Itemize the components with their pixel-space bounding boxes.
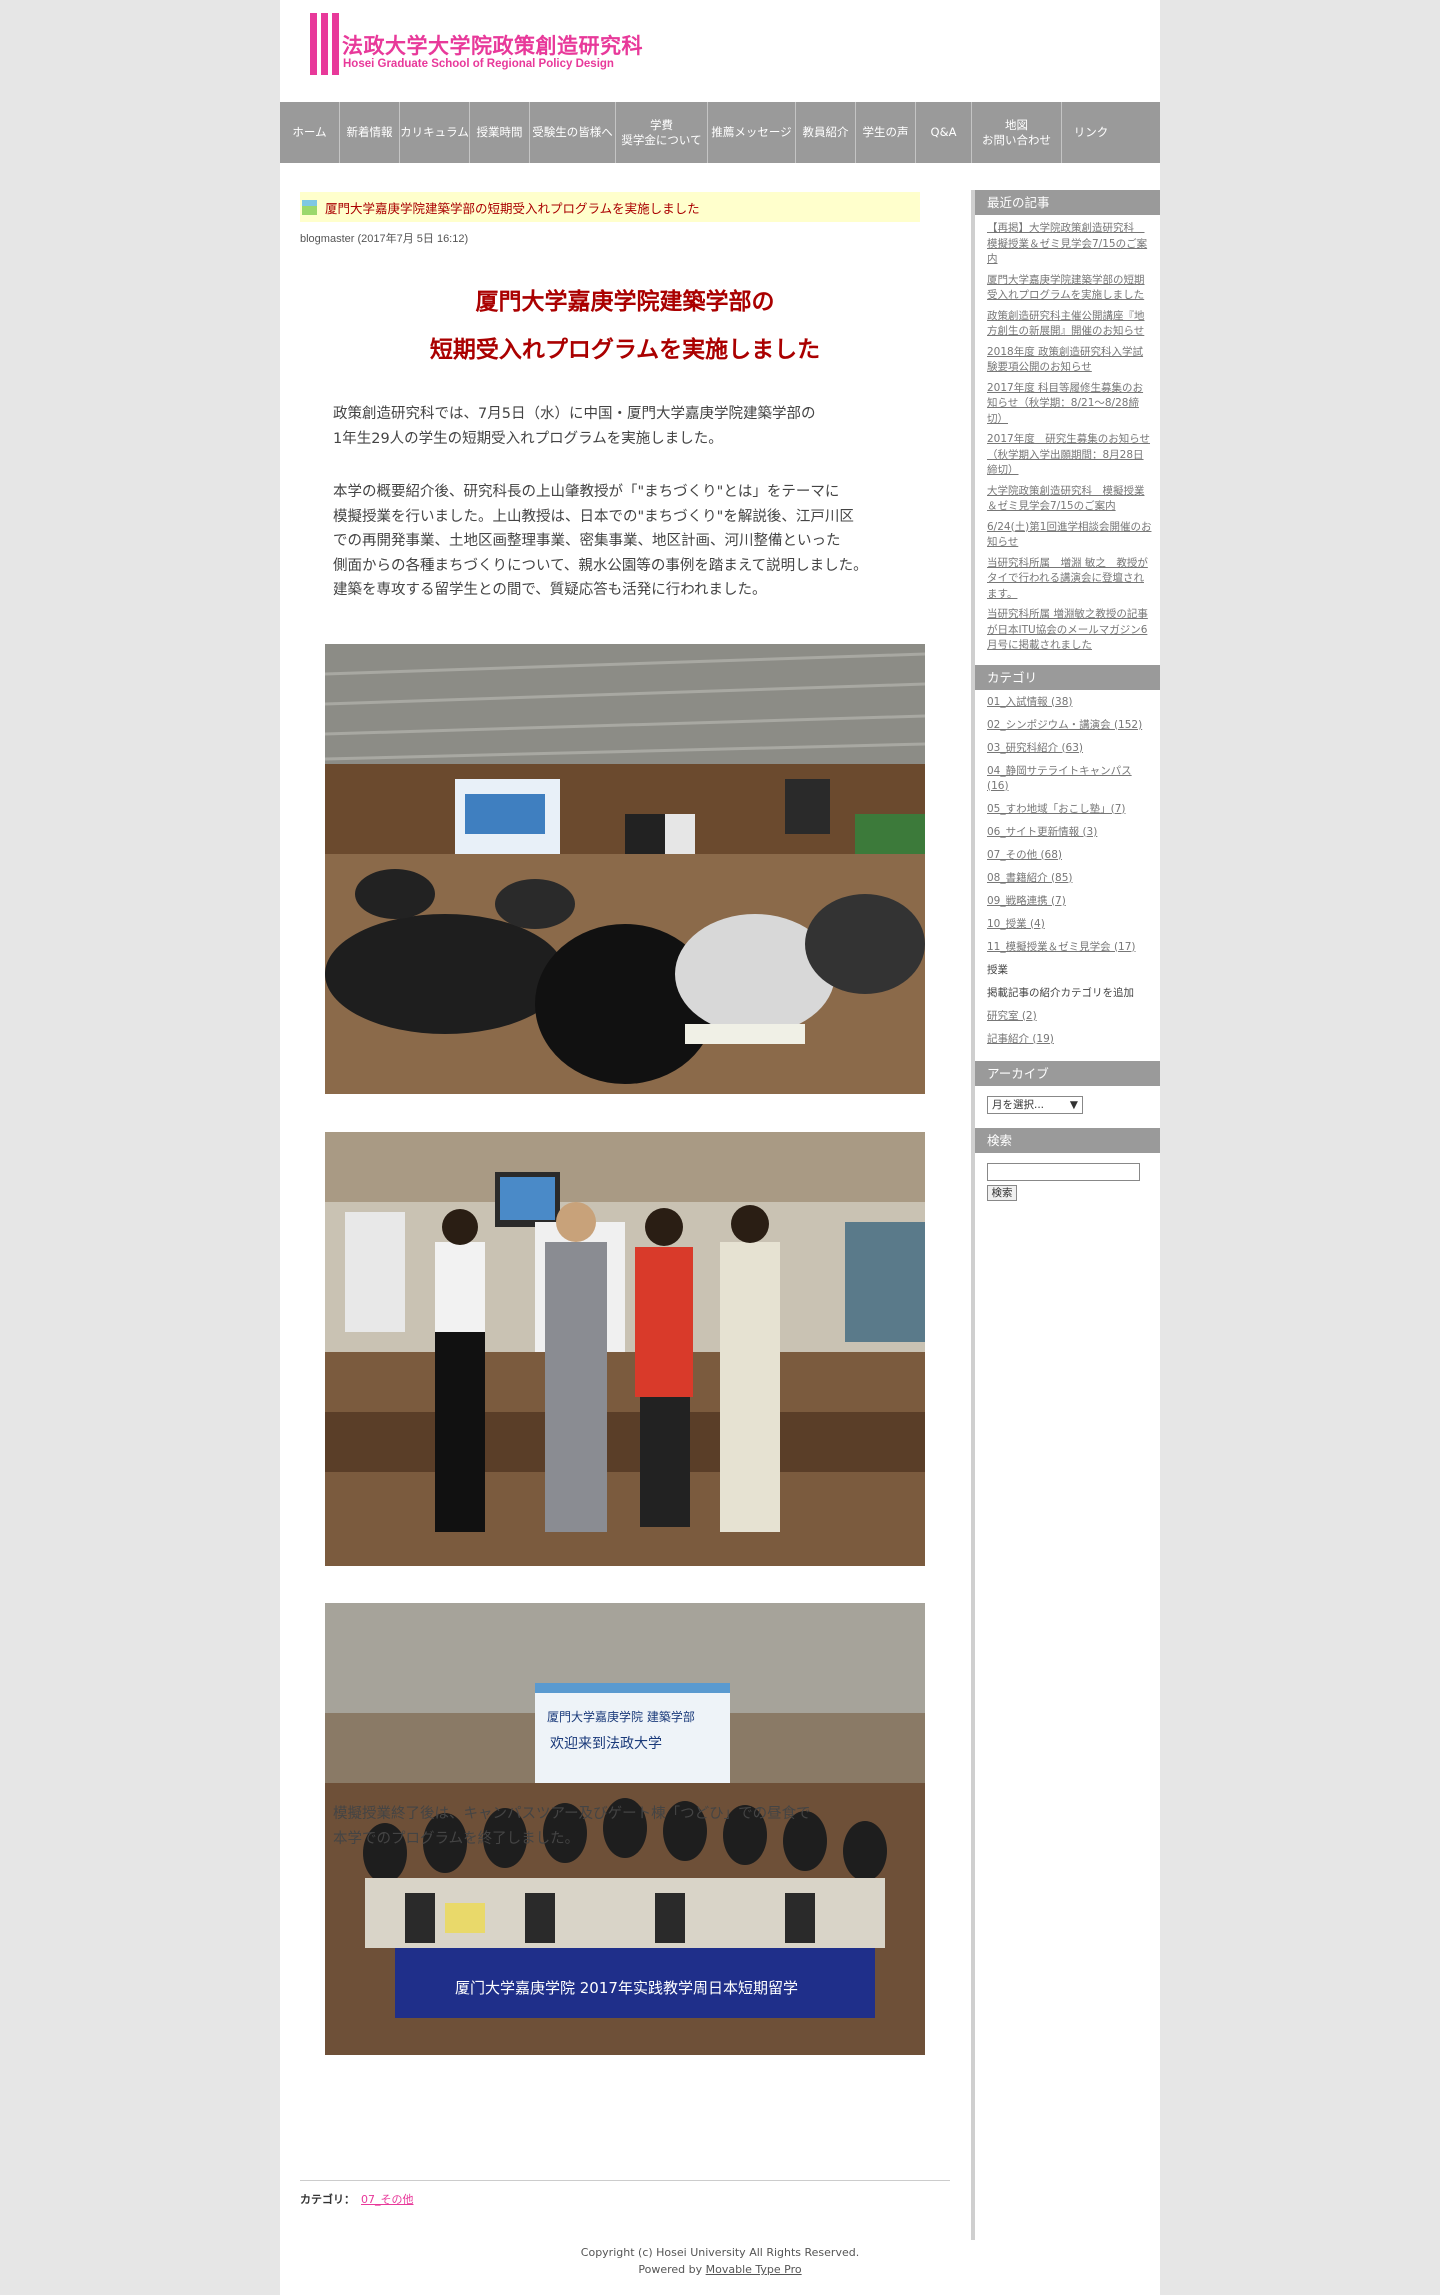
post-bullet-icon: [302, 199, 317, 215]
recent-post-link[interactable]: 2018年度 政策創造研究科入学試験要項公開のお知らせ: [987, 345, 1152, 376]
page: 法政大学大学院政策創造研究科 Hosei Graduate School of …: [280, 0, 1160, 2295]
post-headline-line-2: 短期受入れプログラムを実施しました: [429, 337, 821, 363]
nav-item-3[interactable]: 授業時間: [470, 102, 530, 163]
recent-post-link[interactable]: 大学院政策創造研究科 模擬授業＆ゼミ見学会7/15のご案内: [987, 484, 1152, 515]
post-footer: カテゴリ： 07_その他: [300, 2180, 950, 2207]
search-input[interactable]: [987, 1162, 1140, 1181]
category-item: 授業: [987, 963, 1008, 976]
category-item: 掲載記事の紹介カテゴリを追加: [987, 986, 1134, 999]
nav-item-6[interactable]: 推薦メッセージ: [708, 102, 796, 163]
archive-box: 月を選択... ▼: [975, 1086, 1160, 1128]
chevron-down-icon: ▼: [1069, 1098, 1078, 1111]
recent-post-link[interactable]: 当研究科所属 増淵 敏之 教授がタイで行われる講演会に登壇されます。: [987, 556, 1152, 603]
category-item[interactable]: 08_書籍紹介 (85): [987, 871, 1152, 886]
category-item[interactable]: 09_戦略連携 (7): [987, 894, 1152, 909]
category-item[interactable]: 10_授業 (4): [987, 917, 1152, 932]
category-item[interactable]: 研究室 (2): [987, 1009, 1152, 1024]
movable-type-link[interactable]: Movable Type Pro: [706, 2263, 802, 2276]
recent-posts-heading: 最近の記事: [975, 190, 1160, 215]
nav-item-8[interactable]: 学生の声: [856, 102, 916, 163]
nav-item-0[interactable]: ホーム: [280, 102, 340, 163]
recent-posts-list: 【再掲】大学院政策創造研究科 模擬授業＆ゼミ見学会7/15のご案内厦門大学嘉庚学…: [975, 215, 1160, 665]
post-meta: blogmaster (2017年7月 5日 16:12): [300, 233, 469, 245]
recent-post-link[interactable]: 厦門大学嘉庚学院建築学部の短期受入れプログラムを実施しました: [987, 273, 1152, 304]
search-heading: 検索: [975, 1127, 1160, 1153]
archive-month-select[interactable]: 月を選択... ▼: [987, 1095, 1083, 1114]
category-item[interactable]: 06_サイト更新情報 (3): [987, 825, 1152, 840]
recent-post-link[interactable]: 2017年度 研究生募集のお知らせ（秋学期入学出願期間：8月28日締切）: [987, 432, 1152, 479]
category-item[interactable]: 11_模擬授業＆ゼミ見学会 (17): [987, 940, 1152, 955]
archive-heading: アーカイブ: [975, 1060, 1160, 1086]
archive-select-value: 月を選択...: [992, 1099, 1045, 1111]
site-footer: Copyright (c) Hosei University All Right…: [280, 2244, 1160, 2278]
nav-item-11[interactable]: リンク: [1062, 102, 1120, 163]
post-title-bar: 厦門大学嘉庚学院建築学部の短期受入れプログラムを実施しました: [300, 192, 920, 222]
post-paragraph-1: 政策創造研究科では、7月5日（水）に中国・厦門大学嘉庚学院建築学部の 1年生29…: [333, 406, 816, 447]
post-category-label: カテゴリ：: [300, 2193, 355, 2206]
logo-mark-icon[interactable]: [310, 13, 339, 75]
nav-item-2[interactable]: カリキュラム: [400, 102, 470, 163]
category-item[interactable]: 02_シンポジウム・講演会 (152): [987, 718, 1152, 733]
post-paragraph-3: 模擬授業終了後は、キャンパスツアー及びゲート棟「つどひ」での昼食で 本学でのプロ…: [333, 1806, 811, 1847]
photo-group-four: [325, 1132, 925, 1566]
nav-item-1[interactable]: 新着情報: [340, 102, 400, 163]
categories-heading: カテゴリ: [975, 664, 1160, 690]
site-title[interactable]: 法政大学大学院政策創造研究科: [342, 30, 643, 60]
category-item[interactable]: 04_静岡サテライトキャンパス (16): [987, 764, 1152, 794]
nav-item-9[interactable]: Q&A: [916, 102, 972, 163]
recent-post-link[interactable]: 2017年度 科目等履修生募集のお知らせ（秋学期：8/21〜8/28締切）: [987, 381, 1152, 428]
category-item[interactable]: 03_研究科紹介 (63): [987, 741, 1152, 756]
photo3-screen-line-2: 欢迎来到法政大学: [550, 1736, 662, 1752]
nav-item-7[interactable]: 教員紹介: [796, 102, 856, 163]
powered-by-label: Powered by: [638, 2263, 703, 2276]
category-item[interactable]: 07_その他 (68): [987, 848, 1152, 863]
search-button[interactable]: 検索: [987, 1184, 1017, 1201]
main-nav: ホーム 新着情報 カリキュラム 授業時間 受験生の皆様へ 学費 奨学金について 推薦メッセー…: [280, 102, 1160, 163]
site-header: 法政大学大学院政策創造研究科 Hosei Graduate School of …: [280, 0, 1160, 102]
nav-item-5[interactable]: 学費 奨学金について: [616, 102, 708, 163]
post-paragraph-2: 本学の概要紹介後、研究科長の上山肇教授が「"まちづくり"とは」をテーマに 模擬授…: [333, 484, 868, 598]
category-item[interactable]: 05_すわ地域「おこし塾」(7): [987, 802, 1152, 817]
recent-post-link[interactable]: 6/24(土)第1回進学相談会開催のお知らせ: [987, 520, 1152, 551]
category-item[interactable]: 記事紹介 (19): [987, 1032, 1152, 1047]
site-subtitle: Hosei Graduate School of Regional Policy…: [343, 58, 614, 70]
categories-list: 01_入試情報 (38) 02_シンポジウム・講演会 (152) 03_研究科紹介 …: [975, 690, 1160, 1061]
recent-post-link[interactable]: 【再掲】大学院政策創造研究科 模擬授業＆ゼミ見学会7/15のご案内: [987, 221, 1152, 268]
post-category-link[interactable]: 07_その他: [361, 2193, 414, 2206]
recent-post-link[interactable]: 政策創造研究科主催公開講座『地方創生の新展開』開催のお知らせ: [987, 309, 1152, 340]
recent-post-link[interactable]: 当研究科所属 増淵敏之教授の記事が日本ITU協会のメールマガジン6月号に掲載され…: [987, 607, 1152, 654]
post-title: 厦門大学嘉庚学院建築学部の短期受入れプログラムを実施しました: [325, 200, 700, 216]
search-box: 検索: [975, 1153, 1160, 1217]
photo-lecture-hall: [325, 644, 925, 1094]
nav-item-10[interactable]: 地図 お問い合わせ: [972, 102, 1062, 163]
copyright-text: Copyright (c) Hosei University All Right…: [580, 2246, 860, 2259]
sidebar: 最近の記事 【再掲】大学院政策創造研究科 模擬授業＆ゼミ見学会7/15のご案内厦…: [971, 190, 1160, 2240]
nav-item-4[interactable]: 受験生の皆様へ: [530, 102, 616, 163]
post-headline-line-1: 厦門大学嘉庚学院建築学部の: [475, 289, 775, 315]
photo3-banner-text: 厦门大学嘉庚学院 2017年实践教学周日本短期留学: [455, 1979, 798, 1997]
category-item[interactable]: 01_入試情報 (38): [987, 695, 1152, 710]
post-headline: 厦門大学嘉庚学院建築学部の 短期受入れプログラムを実施しました: [300, 278, 950, 374]
photo3-screen-line-1: 厦門大学嘉庚学院 建築学部: [547, 1709, 695, 1724]
